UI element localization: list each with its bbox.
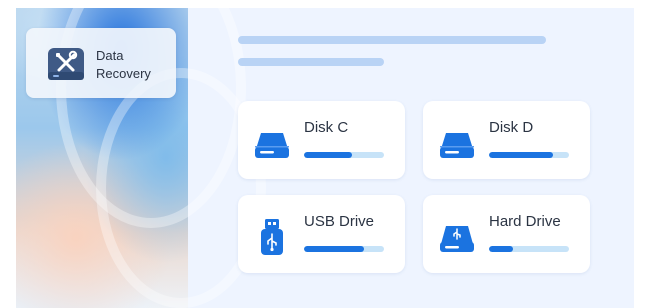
drive-label: Hard Drive	[489, 213, 561, 230]
drive-label: Disk C	[304, 119, 349, 136]
app-name-label: Data Recovery	[96, 48, 151, 81]
drive-usage-fill	[304, 152, 352, 158]
data-recovery-tools-icon	[48, 48, 84, 80]
placeholder-line	[238, 36, 546, 44]
disk-drive-icon	[255, 133, 289, 158]
drive-usage-fill	[304, 246, 364, 252]
drive-tile-hard-drive[interactable]: Hard Drive	[423, 195, 590, 273]
drive-usage-bar	[304, 152, 384, 158]
drive-usage-fill	[489, 246, 513, 252]
external-hard-drive-icon	[440, 226, 474, 252]
drive-usage-bar	[489, 246, 569, 252]
drive-usage-bar	[304, 246, 384, 252]
desktop-wallpaper: Data Recovery	[16, 8, 266, 308]
disk-drive-icon	[440, 133, 474, 158]
drive-usage-bar	[489, 152, 569, 158]
data-recovery-app-shortcut[interactable]: Data Recovery	[26, 28, 176, 98]
placeholder-line	[238, 58, 384, 66]
drive-label: Disk D	[489, 119, 534, 136]
drive-tile-disk-c[interactable]: Disk C	[238, 101, 405, 179]
drive-label: USB Drive	[304, 213, 375, 230]
app-window: Data Recovery Disk C Disk D USB Drive Ha…	[16, 8, 634, 308]
usb-drive-icon	[261, 219, 283, 255]
drive-tile-usb-drive[interactable]: USB Drive	[238, 195, 405, 273]
drive-tile-disk-d[interactable]: Disk D	[423, 101, 590, 179]
drive-usage-fill	[489, 152, 553, 158]
